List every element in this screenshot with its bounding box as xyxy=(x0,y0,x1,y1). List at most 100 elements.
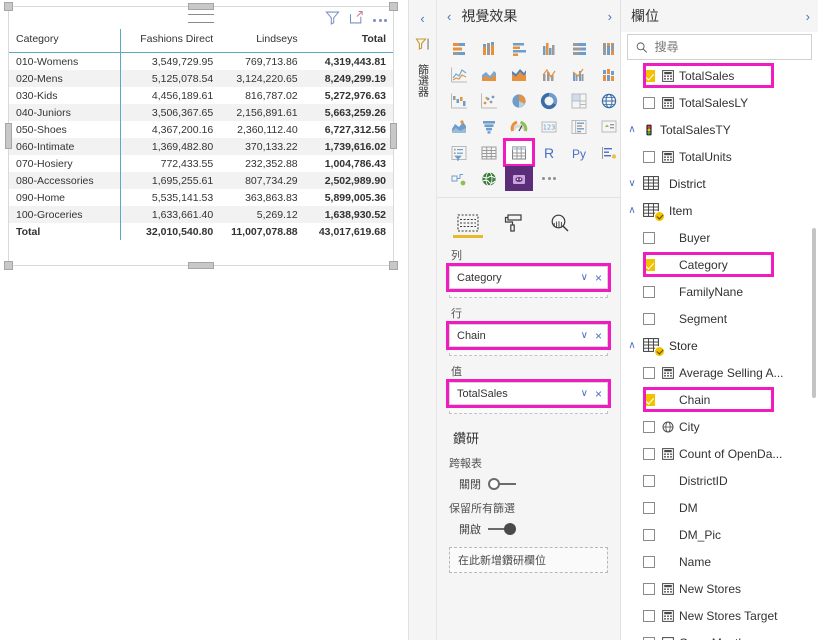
cell-fashions-direct[interactable]: 5,125,078.54 xyxy=(119,70,221,87)
table-total-row[interactable]: Total 32,010,540.80 11,007,078.88 43,017,61… xyxy=(9,223,393,240)
fields-table-item[interactable]: ∧ Item xyxy=(621,197,818,224)
cell-fashions-direct[interactable]: 772,433.55 xyxy=(119,155,221,172)
chevron-up-icon[interactable]: ∧ xyxy=(621,340,643,351)
table-row[interactable]: 060-Intimate 1,369,482.80 370,133.22 1,739,… xyxy=(9,138,393,155)
field-item-totalsales[interactable]: TotalSales xyxy=(621,62,818,89)
expand-fields-icon[interactable]: › xyxy=(806,9,810,24)
line-clustered-column-chart-icon[interactable] xyxy=(565,62,593,87)
chevron-down-icon[interactable]: ∨ xyxy=(581,272,588,283)
field-item-buyer[interactable]: Buyer xyxy=(621,224,818,251)
line-stacked-column-chart-icon[interactable] xyxy=(535,62,563,87)
fields-table-district[interactable]: ∨ District xyxy=(621,170,818,197)
field-item-category[interactable]: Category xyxy=(621,251,818,278)
cell-total[interactable]: 1,638,930.52 xyxy=(304,206,393,223)
table-row[interactable]: 030-Kids 4,456,189.61 816,787.02 5,272,976.… xyxy=(9,87,393,104)
remove-field-icon[interactable]: × xyxy=(595,271,602,285)
table-row[interactable]: 010-Womens 3,549,729.95 769,713.86 4,319,44… xyxy=(9,52,393,71)
cell-lindseys[interactable]: 370,133.22 xyxy=(220,138,305,155)
table-row[interactable]: 090-Home 5,535,141.53 363,863.83 5,899,005.… xyxy=(9,189,393,206)
field-item-districtid[interactable]: DistrictID xyxy=(621,467,818,494)
cell-lindseys[interactable]: 232,352.88 xyxy=(220,155,304,172)
field-checkbox[interactable] xyxy=(643,420,655,433)
field-checkbox[interactable] xyxy=(643,555,655,568)
field-checkbox[interactable] xyxy=(643,231,655,244)
cell-total[interactable]: 5,899,005.36 xyxy=(305,189,393,206)
cell-total[interactable]: 6,727,312.56 xyxy=(305,121,393,138)
cell-category[interactable]: 100-Groceries xyxy=(9,206,121,223)
well-totalsales[interactable]: TotalSales ∨ × xyxy=(446,379,611,408)
stacked-column-chart-icon[interactable] xyxy=(475,36,503,61)
map-icon[interactable] xyxy=(595,88,623,113)
stacked-area-chart-icon[interactable] xyxy=(505,62,533,87)
resize-handle-top-left[interactable] xyxy=(4,2,13,11)
expand-visualizations-icon[interactable]: › xyxy=(608,9,612,24)
decomposition-tree-icon[interactable] xyxy=(445,166,473,191)
cell-fashions-direct[interactable]: 5,535,141.53 xyxy=(119,189,221,206)
cell-lindseys[interactable]: 3,124,220.65 xyxy=(220,70,305,87)
kpi-icon[interactable] xyxy=(595,114,623,139)
well-category[interactable]: Category ∨ × xyxy=(446,263,611,292)
filter-icon[interactable] xyxy=(325,10,340,25)
field-checkbox[interactable] xyxy=(643,150,655,163)
well-chain[interactable]: Chain ∨ × xyxy=(446,321,611,350)
cell-lindseys[interactable]: 769,713.86 xyxy=(220,53,304,71)
table-icon[interactable] xyxy=(475,140,503,165)
keep-all-filters-toggle[interactable] xyxy=(488,523,516,535)
search-input[interactable] xyxy=(654,40,803,54)
cell-category[interactable]: 020-Mens xyxy=(9,70,121,87)
field-item-chain[interactable]: Chain xyxy=(621,386,818,413)
field-checkbox[interactable] xyxy=(643,393,655,406)
table-row[interactable]: 100-Groceries 1,633,661.40 5,269.12 1,638,9… xyxy=(9,206,393,223)
cell-fashions-direct[interactable]: 3,549,729.95 xyxy=(119,52,221,70)
field-item-new-stores-target[interactable]: New Stores Target xyxy=(621,602,818,629)
drag-grip-icon[interactable] xyxy=(188,13,214,23)
well-dropzone-2[interactable] xyxy=(449,405,608,414)
field-checkbox[interactable] xyxy=(643,636,655,640)
field-checkbox[interactable] xyxy=(643,258,655,271)
field-item-familynane[interactable]: FamilyNane xyxy=(621,278,818,305)
analytics-tab[interactable] xyxy=(545,214,575,238)
more-visuals-icon[interactable] xyxy=(535,166,563,191)
matrix-icon[interactable] xyxy=(503,138,535,167)
python-visual-icon[interactable]: Py xyxy=(565,140,593,165)
field-checkbox[interactable] xyxy=(643,501,655,514)
cell-category[interactable]: 090-Home xyxy=(9,189,120,206)
cross-report-toggle[interactable] xyxy=(488,478,516,490)
field-checkbox[interactable] xyxy=(643,69,655,82)
field-checkbox[interactable] xyxy=(643,528,655,541)
collapse-visualizations-icon[interactable]: ‹ xyxy=(447,9,451,24)
r-script-visual-icon[interactable]: R xyxy=(535,140,563,165)
fields-scrollbar[interactable] xyxy=(812,228,816,398)
line-chart-icon[interactable] xyxy=(445,62,473,87)
100-stacked-bar-chart-icon[interactable] xyxy=(565,36,593,61)
table-row[interactable]: 020-Mens 5,125,078.54 3,124,220.65 8,249,29… xyxy=(9,70,393,87)
table-row[interactable]: 080-Accessories 1,695,255.61 807,734.29 2,5… xyxy=(9,172,393,189)
focus-mode-icon[interactable] xyxy=(349,10,364,25)
well-dropzone-0[interactable] xyxy=(449,289,608,298)
pie-chart-icon[interactable] xyxy=(505,88,533,113)
remove-field-icon[interactable]: × xyxy=(595,329,602,343)
field-checkbox[interactable] xyxy=(643,609,655,622)
ribbon-chart-icon[interactable] xyxy=(595,62,623,87)
100-stacked-column-chart-icon[interactable] xyxy=(595,36,623,61)
fields-tab[interactable] xyxy=(453,214,483,238)
fields-table-store[interactable]: ∧ Store xyxy=(621,332,818,359)
keep-all-filters-toggle-row[interactable]: 開啟 xyxy=(449,521,608,537)
cell-category[interactable]: 010-Womens xyxy=(9,53,120,71)
expand-filters-icon[interactable]: ‹ xyxy=(420,12,424,25)
cell-total[interactable]: 4,319,443.81 xyxy=(305,53,393,71)
matrix-visual[interactable]: Category Fashions Direct Lindseys Total … xyxy=(4,2,398,270)
funnel-icon[interactable] xyxy=(475,114,503,139)
arcgis-maps-icon[interactable] xyxy=(475,166,503,191)
cell-category[interactable]: 070-Hosiery xyxy=(9,155,120,172)
column-header-category[interactable]: Category xyxy=(9,29,121,53)
cell-category[interactable]: 060-Intimate xyxy=(9,138,121,155)
field-item-count-of-openda[interactable]: Count of OpenDa... xyxy=(621,440,818,467)
table-row[interactable]: 070-Hosiery 772,433.55 232,352.88 1,004,786… xyxy=(9,155,393,172)
field-item-totalsalesty[interactable]: ∧ TotalSalesTY xyxy=(621,116,818,143)
resize-handle-top-right[interactable] xyxy=(389,2,398,11)
waterfall-chart-icon[interactable] xyxy=(445,88,473,113)
resize-handle-top[interactable] xyxy=(188,3,214,10)
cell-category[interactable]: 080-Accessories xyxy=(9,172,121,189)
cell-total[interactable]: 1,004,786.43 xyxy=(305,155,393,172)
